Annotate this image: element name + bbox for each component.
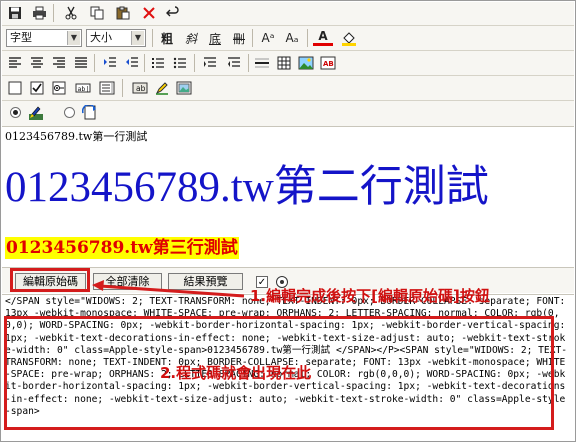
annotation-callout-2: 2.程式碼就會出現在此: [160, 364, 312, 382]
highlight-box-edit-source: [10, 268, 90, 292]
toolbar-row-forms: ab| ab: [2, 77, 574, 99]
indent-block-icon[interactable]: [200, 53, 220, 73]
bold-button[interactable]: 粗: [157, 28, 177, 48]
row-divider: [2, 25, 574, 26]
toolbar-separator: [94, 54, 95, 72]
toolbar-separator: [152, 29, 153, 47]
svg-text:ab|: ab|: [78, 85, 90, 93]
toolbar-row-file: [2, 2, 574, 24]
toolbar-separator: [144, 54, 145, 72]
justify-icon[interactable]: [71, 53, 91, 73]
annotation-callout-1: 1.編輯完成後按下[編輯原始碼]按鈕: [250, 287, 490, 305]
radio-icon[interactable]: [49, 78, 69, 98]
toolbar-separator: [248, 54, 249, 72]
toolbar-separator: [122, 79, 123, 97]
print-icon[interactable]: [29, 3, 49, 23]
marker-icon[interactable]: [152, 78, 172, 98]
unordered-list-icon[interactable]: [170, 53, 190, 73]
superscript-button[interactable]: Aᵃ: [258, 28, 278, 48]
cut-icon[interactable]: [61, 3, 81, 23]
row-divider: [2, 100, 574, 101]
strikethrough-button[interactable]: 刪: [229, 28, 249, 48]
row-divider: [2, 75, 574, 76]
align-right-icon[interactable]: [49, 53, 69, 73]
ordered-list-icon[interactable]: [148, 53, 168, 73]
text-box-icon[interactable]: AB: [318, 53, 338, 73]
font-select-value: 字型: [10, 31, 32, 44]
underline-button[interactable]: 底: [205, 28, 225, 48]
outdent-block-icon[interactable]: [224, 53, 244, 73]
toolbar-separator: [307, 29, 308, 47]
textfield-icon[interactable]: ab|: [73, 78, 93, 98]
chevron-down-icon: ▼: [131, 31, 144, 45]
chevron-down-icon: ▼: [67, 31, 80, 45]
textarea-icon[interactable]: [97, 78, 117, 98]
paste-icon[interactable]: [113, 3, 133, 23]
preview-button[interactable]: 結果預覽: [168, 273, 243, 290]
picture-icon[interactable]: [174, 78, 194, 98]
button-icon[interactable]: ab: [130, 78, 150, 98]
design-view[interactable]: 0123456789.tw第一行測試 0123456789.tw第二行測試 01…: [2, 126, 574, 266]
content-line-3: 0123456789.tw第三行測試: [5, 237, 239, 259]
svg-text:ab: ab: [136, 84, 146, 93]
size-select-value: 大小: [90, 31, 112, 44]
source-mode-radio[interactable]: [64, 107, 75, 118]
undo-icon[interactable]: [163, 3, 183, 23]
form-icon[interactable]: [5, 78, 25, 98]
table-icon[interactable]: [274, 53, 294, 73]
indent-icon[interactable]: [100, 53, 120, 73]
toolbar-separator: [194, 54, 195, 72]
toolbar-row-mode: [2, 102, 574, 124]
toolbar-row-paragraph: AB: [2, 52, 574, 74]
toolbar-row-format: 字型 ▼ 大小 ▼ 粗 斜 底 刪 Aᵃ Aₐ A: [2, 27, 574, 49]
toolbar: 字型 ▼ 大小 ▼ 粗 斜 底 刪 Aᵃ Aₐ A AB ab| ab: [2, 2, 574, 126]
source-mode-icon[interactable]: [80, 103, 100, 123]
save-icon[interactable]: [5, 3, 25, 23]
italic-button[interactable]: 斜: [181, 28, 201, 48]
clear-all-button[interactable]: 全部清除: [93, 273, 162, 290]
toolbar-separator: [53, 4, 54, 22]
checkbox-icon[interactable]: [27, 78, 47, 98]
text-color-button[interactable]: A: [313, 28, 333, 46]
align-left-icon[interactable]: [5, 53, 25, 73]
image-icon[interactable]: [296, 53, 316, 73]
align-center-icon[interactable]: [27, 53, 47, 73]
font-select[interactable]: 字型 ▼: [6, 29, 82, 47]
toolbar-separator: [252, 29, 253, 47]
design-mode-icon[interactable]: [26, 103, 46, 123]
content-line-1: 0123456789.tw第一行測試: [5, 130, 148, 143]
outdent-icon[interactable]: [122, 53, 142, 73]
size-select[interactable]: 大小 ▼: [86, 29, 146, 47]
row-divider: [2, 50, 574, 51]
design-mode-radio[interactable]: [10, 107, 21, 118]
fill-color-icon[interactable]: [339, 28, 359, 48]
copy-icon[interactable]: [87, 3, 107, 23]
content-line-2: 0123456789.tw第二行測試: [5, 164, 489, 211]
subscript-button[interactable]: Aₐ: [282, 28, 302, 48]
delete-icon[interactable]: [139, 3, 159, 23]
horizontal-rule-icon[interactable]: [252, 53, 272, 73]
svg-text:AB: AB: [323, 60, 334, 68]
